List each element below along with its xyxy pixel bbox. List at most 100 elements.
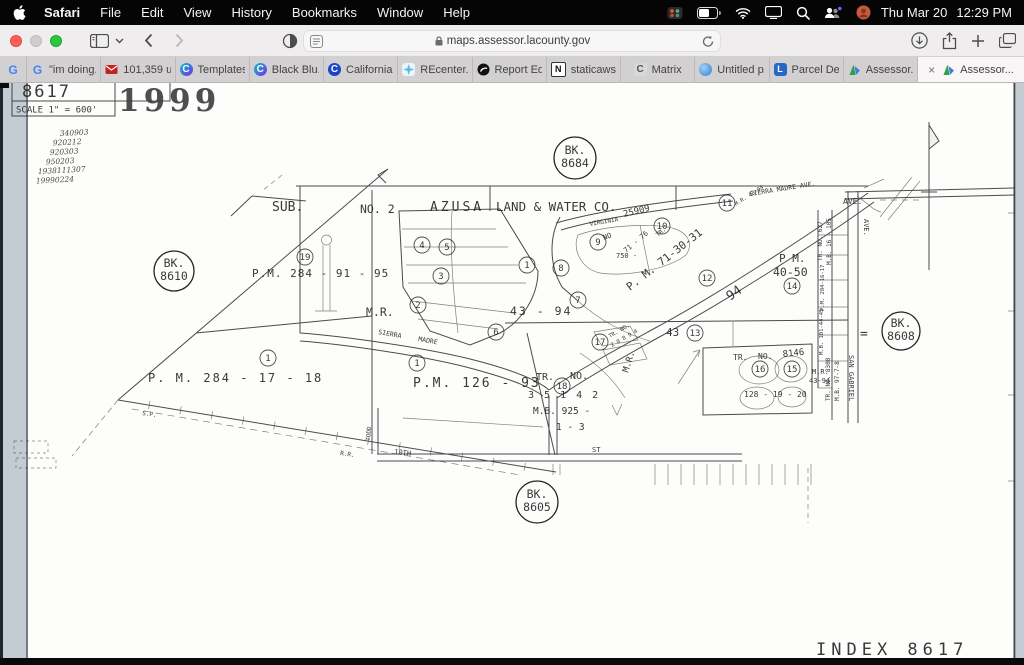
- lock-icon: [435, 36, 443, 46]
- tab-title: staticaws....: [571, 64, 616, 76]
- tab[interactable]: REcenter...: [398, 57, 472, 82]
- colorful-app-icon[interactable]: [667, 6, 683, 20]
- tab-title: Assessor...: [960, 64, 1014, 76]
- display-icon[interactable]: [765, 6, 782, 19]
- chevron-down-icon[interactable]: [115, 29, 130, 53]
- user-switch-icon[interactable]: [824, 6, 842, 20]
- book-circle-label: 8610: [160, 269, 188, 283]
- year-stamp: 1999: [118, 83, 220, 119]
- status-icons: [667, 5, 871, 20]
- menu-item-file[interactable]: File: [90, 5, 131, 20]
- safari-toolbar: maps.assessor.lacounty.gov: [0, 25, 1024, 57]
- tab[interactable]: G"im doing...: [27, 57, 101, 82]
- menu-item-view[interactable]: View: [174, 5, 222, 20]
- parcel-circle-number: 18: [557, 382, 568, 392]
- parcel-circle-number: 15: [787, 365, 798, 375]
- menu-item-window[interactable]: Window: [367, 5, 433, 20]
- map-label: P M.: [779, 252, 806, 265]
- map-label: 43 - 94: [510, 304, 572, 318]
- map-labels: SUB.NO. 2AZUSALAND & WATER CO.P.M. 284 -…: [142, 180, 870, 459]
- tab-active[interactable]: × Assessor...: [918, 57, 1024, 82]
- battery-icon[interactable]: [697, 7, 721, 19]
- map-label: SUB.: [272, 200, 303, 215]
- minimize-window-button[interactable]: [30, 35, 42, 47]
- book-circle-label: BK.: [891, 316, 912, 330]
- search-icon[interactable]: [796, 6, 810, 20]
- close-tab-icon[interactable]: ×: [928, 63, 935, 77]
- tab[interactable]: Report Ed...: [473, 57, 547, 82]
- parcel-circle-number: 3: [438, 272, 443, 282]
- map-label: R.R.: [340, 450, 355, 459]
- parcel-circle-number: 5: [444, 243, 449, 253]
- close-window-button[interactable]: [10, 35, 22, 47]
- tab-title: Matrix: [652, 64, 682, 76]
- tab[interactable]: G: [0, 57, 27, 82]
- map-label: TR. NO. 627: [817, 221, 824, 261]
- map-label: M.R.: [366, 305, 394, 319]
- parcel-linework: [14, 122, 1014, 523]
- book-circle-label: BK.: [527, 487, 548, 501]
- map-label: AVE.: [843, 197, 862, 206]
- address-bar[interactable]: maps.assessor.lacounty.gov: [303, 30, 721, 52]
- map-label: P. M. 284 - 17 - 18: [148, 371, 323, 385]
- canva-favicon: C: [254, 63, 267, 76]
- parcel-circle-number: 1: [265, 354, 270, 364]
- wifi-icon[interactable]: [735, 7, 751, 19]
- tab[interactable]: Nstaticaws....: [547, 57, 621, 82]
- gmail-favicon: [105, 63, 118, 76]
- share-icon[interactable]: [942, 32, 957, 50]
- map-label: 43: [666, 326, 679, 339]
- map-label: NO.: [570, 371, 588, 382]
- map-label: P.M. 126 - 93: [413, 376, 541, 391]
- tab-title: Assessor...: [866, 64, 913, 76]
- tab[interactable]: C Black Blu...: [250, 57, 324, 82]
- apple-logo-icon[interactable]: [12, 5, 28, 21]
- parcel-circle-number: 12: [702, 274, 713, 284]
- menu-date: Thu Mar 20: [881, 5, 947, 20]
- parcel-circle-number: 11: [722, 199, 733, 209]
- map-label: S.P.: [142, 410, 157, 419]
- tab[interactable]: Assessor...: [844, 57, 918, 82]
- menu-item-help[interactable]: Help: [433, 5, 480, 20]
- menu-item-history[interactable]: History: [221, 5, 281, 20]
- map-label: AVE.: [862, 219, 870, 236]
- map-label: VIRGINIA: [589, 216, 619, 228]
- tab[interactable]: Untitled p...: [695, 57, 769, 82]
- menu-time: 12:29 PM: [956, 5, 1012, 20]
- tab[interactable]: CTemplates: [176, 57, 250, 82]
- zoom-window-button[interactable]: [50, 35, 62, 47]
- shield-icon[interactable]: [276, 29, 304, 53]
- tab-title: Black Blu...: [272, 64, 319, 76]
- assessor-map[interactable]: 8617 SCALE 1" = 600' 1999 34090392021292…: [0, 83, 1024, 665]
- notion-favicon: N: [551, 62, 566, 77]
- tab[interactable]: CCalifornia...: [324, 57, 398, 82]
- tab-overview-icon[interactable]: [999, 33, 1016, 48]
- back-icon[interactable]: [138, 29, 159, 53]
- new-tab-icon[interactable]: [971, 34, 985, 48]
- map-label: 71 - 76: [622, 229, 650, 254]
- menu-item-safari[interactable]: Safari: [34, 5, 90, 20]
- tab-bar: GG"im doing...101,359 u...CTemplates C Bla…: [0, 57, 1024, 83]
- tab-title: REcenter...: [420, 64, 467, 76]
- avatar-icon[interactable]: [856, 5, 871, 20]
- map-label: M.R.: [621, 350, 637, 374]
- map-label: NO. 2: [360, 202, 395, 216]
- sidebar-icon[interactable]: [84, 29, 115, 53]
- map-label: ST: [592, 446, 601, 454]
- map-label: 40-50: [773, 265, 808, 279]
- menu-item-bookmarks[interactable]: Bookmarks: [282, 5, 367, 20]
- forward-icon[interactable]: [169, 29, 190, 53]
- parcel-circle-number: 1: [524, 261, 529, 271]
- parcel-circle-number: 10: [657, 222, 668, 232]
- tab[interactable]: LParcel De...: [770, 57, 844, 82]
- tab[interactable]: 101,359 u...: [101, 57, 175, 82]
- scan-edge-left: [0, 83, 3, 665]
- download-icon[interactable]: [911, 32, 928, 49]
- tab[interactable]: CMatrix: [621, 57, 695, 82]
- sheet-number: 8617: [22, 83, 71, 102]
- map-label: LAND & WATER CO.: [496, 199, 616, 214]
- parcel-circle-number: 13: [690, 329, 701, 339]
- reader-icon[interactable]: [310, 35, 323, 48]
- reload-icon[interactable]: [702, 35, 714, 48]
- menu-item-edit[interactable]: Edit: [131, 5, 173, 20]
